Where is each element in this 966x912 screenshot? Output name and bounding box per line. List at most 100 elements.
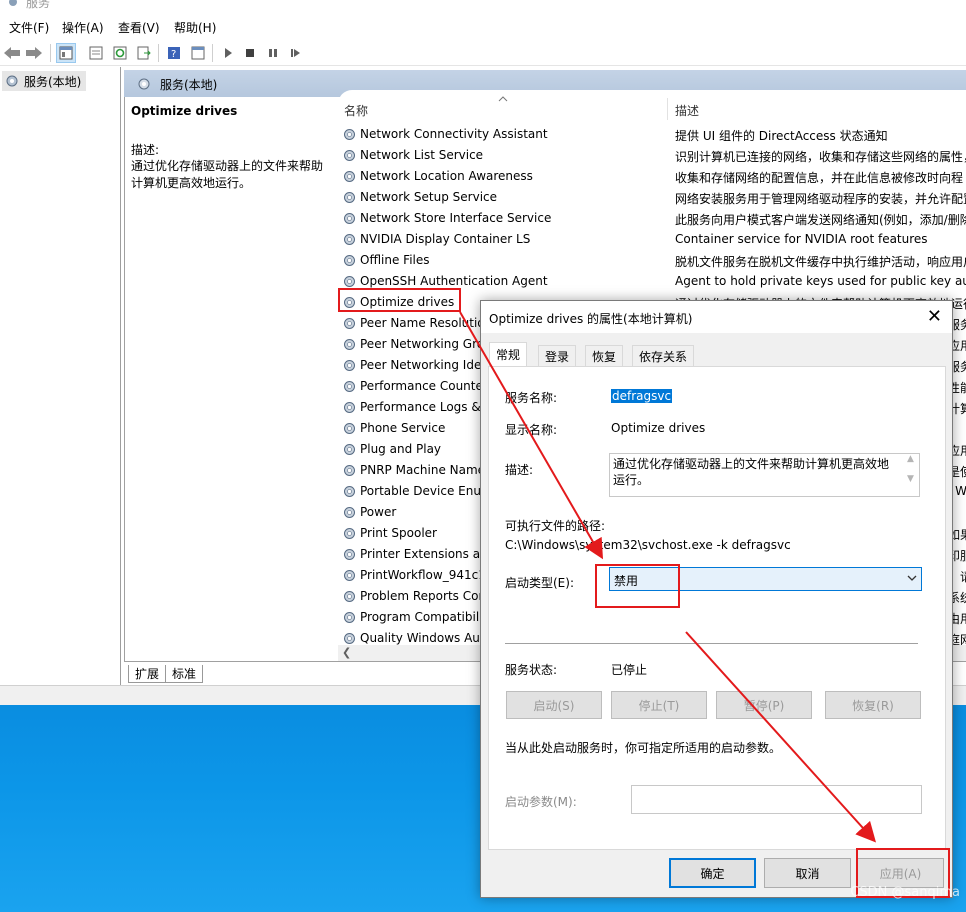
gear-icon xyxy=(342,379,357,394)
service-desc-cell: 脱机文件服务在脱机文件缓存中执行维护活动，响应用户 xyxy=(675,255,966,269)
service-name-cell: Power xyxy=(360,505,397,519)
gear-icon xyxy=(342,190,357,205)
pause-button[interactable]: 暂停(P) xyxy=(716,691,812,719)
dialog-title: Optimize drives 的属性(本地计算机) xyxy=(489,312,693,326)
service-name-cell: Print Spooler xyxy=(360,526,437,540)
tab-dependencies[interactable]: 依存关系 xyxy=(632,345,695,366)
service-name-cell: NVIDIA Display Container LS xyxy=(360,232,531,246)
gear-icon xyxy=(342,589,357,604)
resume-button[interactable]: 恢复(R) xyxy=(825,691,921,719)
service-name-cell: Problem Reports Control Panel Support xyxy=(360,589,480,603)
watermark: CSDN @sanqima xyxy=(850,885,960,900)
gear-icon xyxy=(342,211,357,226)
table-row[interactable]: Offline Files 脱机文件服务在脱机文件缓存中执行维护活动，响应用户 xyxy=(338,250,966,271)
gear-icon xyxy=(342,337,357,352)
console-tree-icon[interactable] xyxy=(56,43,76,63)
divider xyxy=(505,643,918,644)
column-header-description[interactable]: 描述 xyxy=(675,102,699,119)
gear-icon xyxy=(342,169,357,184)
service-name-cell: Program Compatibility Assistant Service xyxy=(360,610,480,624)
tab-extended[interactable]: 扩展 xyxy=(128,665,167,683)
service-name-cell: Portable Device Enumerator Service xyxy=(360,484,480,498)
tab-recovery[interactable]: 恢复 xyxy=(585,345,624,366)
export-list-icon[interactable] xyxy=(134,43,154,63)
start-service-icon[interactable] xyxy=(218,43,238,63)
service-name-cell: OpenSSH Authentication Agent xyxy=(360,274,548,288)
menu-bar: 文件(F) 操作(A) 查看(V) 帮助(H) xyxy=(0,14,966,40)
description-box[interactable]: 通过优化存储驱动器上的文件来帮助计算机更高效地运行。 ▲ ▼ xyxy=(609,453,920,497)
tree-item-label: 服务(本地) xyxy=(24,74,82,89)
service-name-cell: Peer Name Resolution Protocol xyxy=(360,316,480,330)
gear-icon xyxy=(342,526,357,541)
gear-icon xyxy=(342,505,357,520)
path-value: C:\Windows\system32\svchost.exe -k defra… xyxy=(505,538,791,552)
menu-help[interactable]: 帮助(H) xyxy=(174,19,216,36)
services-app-icon xyxy=(9,0,17,6)
tab-logon[interactable]: 登录 xyxy=(538,345,577,366)
gear-icon xyxy=(342,442,357,457)
service-name-value[interactable]: defragsvc xyxy=(611,389,673,403)
tab-general[interactable]: 常规 xyxy=(489,342,528,367)
params-hint: 当从此处启动服务时，你可指定所适用的启动参数。 xyxy=(505,741,782,755)
gear-icon xyxy=(342,232,357,247)
dialog-titlebar: Optimize drives 的属性(本地计算机) ✕ xyxy=(481,301,952,333)
restart-service-icon[interactable] xyxy=(285,43,305,63)
gear-icon xyxy=(342,316,357,331)
help-icon[interactable]: ? xyxy=(164,43,184,63)
stop-service-icon[interactable] xyxy=(240,43,260,63)
gear-icon xyxy=(342,547,357,562)
table-row[interactable]: Network Store Interface Service 此服务向用户模式客… xyxy=(338,208,966,229)
menu-view[interactable]: 查看(V) xyxy=(118,19,160,36)
scroll-left-icon[interactable]: ❮ xyxy=(342,646,351,659)
cancel-button[interactable]: 取消 xyxy=(764,858,851,888)
table-row[interactable]: Network Location Awareness 收集和存储网络的配置信息，并… xyxy=(338,166,966,187)
toolbar: ? xyxy=(0,40,966,66)
service-desc-cell: Container service for NVIDIA root featur… xyxy=(675,232,928,246)
description-panel: Optimize drives 描述: 通过优化存储驱动器上的文件来帮助计算机更… xyxy=(126,97,336,661)
table-row[interactable]: Network Setup Service 网络安装服务用于管理网络驱动程序的安装… xyxy=(338,187,966,208)
params-input[interactable] xyxy=(631,785,922,814)
display-name-label: 显示名称: xyxy=(505,423,558,437)
service-name-cell: Performance Counter DLL Host xyxy=(360,379,480,393)
gear-icon xyxy=(342,484,357,499)
tree-item-services-local[interactable]: 服务(本地) xyxy=(2,71,86,91)
display-name-value: Optimize drives xyxy=(611,421,706,435)
pause-service-icon[interactable] xyxy=(263,43,283,63)
show-hide-icon[interactable] xyxy=(188,43,208,63)
menu-file[interactable]: 文件(F) xyxy=(9,19,49,36)
service-name-cell: Network Location Awareness xyxy=(360,169,533,183)
back-arrow-icon[interactable] xyxy=(2,43,22,63)
menu-action[interactable]: 操作(A) xyxy=(62,19,104,36)
service-desc-cell: 收集和存储网络的配置信息，并在此信息被修改时向程 xyxy=(675,171,964,185)
service-status-value: 已停止 xyxy=(611,663,648,677)
table-row[interactable]: Network List Service 识别计算机已连接的网络，收集和存储这些网… xyxy=(338,145,966,166)
forward-arrow-icon[interactable] xyxy=(24,43,44,63)
tab-standard[interactable]: 标准 xyxy=(165,665,204,683)
ok-button[interactable]: 确定 xyxy=(669,858,756,888)
service-desc-cell: 提供 UI 组件的 DirectAccess 状态通知 xyxy=(675,129,888,143)
table-row[interactable]: NVIDIA Display Container LS Container ser… xyxy=(338,229,966,250)
service-desc-cell: Agent to hold private keys used for publ… xyxy=(675,274,966,288)
service-name-cell: Offline Files xyxy=(360,253,430,267)
close-icon[interactable]: ✕ xyxy=(927,306,942,327)
properties-icon[interactable] xyxy=(86,43,106,63)
gear-icon xyxy=(342,610,357,625)
gear-icon xyxy=(342,400,357,415)
description-scrollbar[interactable]: ▲ ▼ xyxy=(902,454,919,496)
service-name-cell: Network Store Interface Service xyxy=(360,211,552,225)
window-titlebar: 服务 xyxy=(0,0,966,14)
service-name-cell: Network List Service xyxy=(360,148,484,162)
service-name-cell: Phone Service xyxy=(360,421,446,435)
table-row[interactable]: Network Connectivity Assistant 提供 UI 组件的 … xyxy=(338,124,966,145)
annotation-box-startup xyxy=(595,564,680,608)
gear-icon xyxy=(342,148,357,163)
gear-icon xyxy=(342,568,357,583)
stop-button[interactable]: 停止(T) xyxy=(611,691,707,719)
start-button[interactable]: 启动(S) xyxy=(506,691,602,719)
service-status-label: 服务状态: xyxy=(505,663,558,677)
svg-text:?: ? xyxy=(171,49,176,60)
gear-icon xyxy=(342,358,357,373)
column-header-name[interactable]: 名称 xyxy=(344,102,368,119)
service-name-cell: PrintWorkflow_941c1 xyxy=(360,568,480,582)
refresh-icon[interactable] xyxy=(110,43,130,63)
